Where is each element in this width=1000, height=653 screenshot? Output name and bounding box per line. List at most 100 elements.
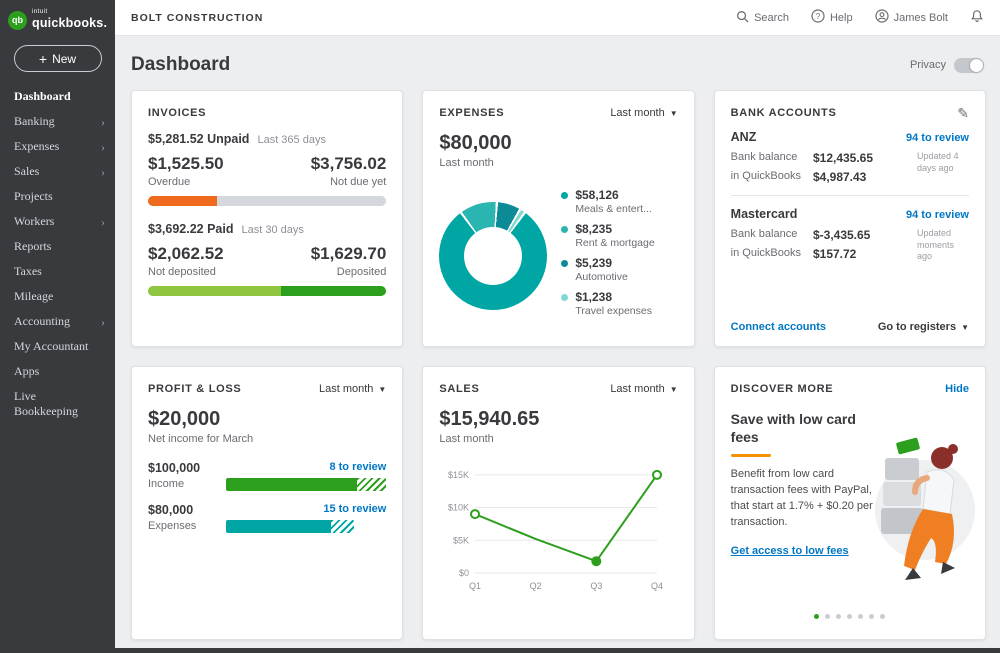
sidebar-item-sales[interactable]: Sales› (0, 159, 115, 184)
chevron-right-icon: › (101, 116, 105, 128)
qb-balance-label: in QuickBooks (731, 170, 801, 184)
not-due-amount: $3,756.02 (311, 154, 387, 174)
review-link[interactable]: 94 to review (906, 132, 969, 144)
new-button[interactable]: + New (14, 45, 102, 72)
notifications-button[interactable] (970, 9, 984, 27)
paid-total: $3,692.22 Paid (148, 222, 233, 236)
search-icon (736, 10, 749, 26)
legend-dot (561, 226, 568, 233)
sidebar-item-dashboard[interactable]: Dashboard (0, 84, 115, 109)
bank-accounts-card-title: BANK ACCOUNTS (731, 107, 837, 119)
go-to-registers-label: Go to registers (878, 321, 956, 333)
sidebar-item-label: Apps (14, 364, 39, 379)
legend-dot (561, 192, 568, 199)
help-button[interactable]: ? Help (811, 9, 853, 26)
sidebar-item-expenses[interactable]: Expenses› (0, 134, 115, 159)
search-button[interactable]: Search (736, 10, 789, 26)
expenses-label: Expenses (148, 520, 226, 532)
expenses-card-title: EXPENSES (439, 107, 504, 119)
discover-more-card: DISCOVER MORE Hide Save with low card fe… (714, 366, 986, 640)
carousel-dot[interactable] (847, 614, 852, 619)
legend-item[interactable]: $8,235Rent & mortgage (561, 222, 677, 249)
not-deposited-label: Not deposited (148, 266, 224, 278)
sales-period-label: Last month (610, 383, 664, 395)
carousel-dot[interactable] (825, 614, 830, 619)
sidebar-item-live-bookkeeping[interactable]: Live Bookkeeping (0, 384, 115, 424)
user-menu[interactable]: James Bolt (875, 9, 948, 26)
deposited-block[interactable]: $1,629.70 Deposited (311, 244, 387, 278)
sidebar-item-label: Dashboard (14, 89, 71, 104)
sidebar-item-banking[interactable]: Banking› (0, 109, 115, 134)
income-review-link[interactable]: 8 to review (226, 461, 386, 473)
not-due-block[interactable]: $3,756.02 Not due yet (311, 154, 387, 188)
qb-balance-value: $157.72 (813, 247, 911, 261)
carousel-dot[interactable] (814, 614, 819, 619)
quickbooks-wordmark: intuit quickbooks. (32, 9, 107, 31)
svg-text:Q1: Q1 (469, 581, 481, 591)
legend-amount: $8,235 (575, 222, 654, 236)
carousel-dots[interactable] (731, 598, 969, 626)
not-deposited-block[interactable]: $2,062.52 Not deposited (148, 244, 224, 278)
topbar-actions: Search ? Help James Bolt (736, 9, 984, 27)
edit-icon[interactable]: ✎ (957, 105, 969, 122)
carousel-dot[interactable] (869, 614, 874, 619)
sidebar: qb intuit quickbooks. + New Dashboard Ba… (0, 0, 115, 653)
sidebar-item-mileage[interactable]: Mileage (0, 284, 115, 309)
sidebar-item-projects[interactable]: Projects (0, 184, 115, 209)
bank-balance-label: Bank balance (731, 151, 801, 165)
company-name: BOLT CONSTRUCTION (131, 12, 263, 24)
chevron-down-icon: ▼ (670, 385, 678, 394)
sidebar-item-accounting[interactable]: Accounting› (0, 309, 115, 334)
privacy-label: Privacy (910, 59, 946, 71)
expenses-card: EXPENSES Last month ▼ $80,000 Last month… (422, 90, 694, 347)
legend-item[interactable]: $58,126Meals & entert... (561, 188, 677, 215)
svg-text:$10K: $10K (448, 503, 469, 513)
quickbooks-logo-icon: qb (8, 11, 27, 30)
sales-period-dropdown[interactable]: Last month ▼ (610, 383, 677, 395)
review-link[interactable]: 94 to review (906, 209, 969, 221)
sidebar-item-apps[interactable]: Apps (0, 359, 115, 384)
chevron-right-icon: › (101, 166, 105, 178)
expenses-period-label: Last month (610, 107, 664, 119)
go-to-registers-dropdown[interactable]: Go to registers ▼ (878, 321, 969, 333)
legend-item[interactable]: $5,239Automotive (561, 256, 677, 283)
promo-accent-bar (731, 454, 771, 457)
expenses-period-dropdown[interactable]: Last month ▼ (610, 107, 677, 119)
hide-link[interactable]: Hide (945, 383, 969, 395)
svg-text:$5K: $5K (453, 535, 469, 545)
legend-amount: $1,238 (575, 290, 652, 304)
expenses-bar (226, 520, 386, 533)
account-name: Mastercard (731, 207, 798, 221)
legend-dot (561, 260, 568, 267)
svg-text:$15K: $15K (448, 470, 469, 480)
page-title: Dashboard (131, 54, 230, 76)
paid-progress-bar (148, 286, 386, 296)
unpaid-total: $5,281.52 Unpaid (148, 132, 249, 146)
net-income-amount: $20,000 (148, 408, 386, 431)
expenses-legend: $58,126Meals & entert... $8,235Rent & mo… (561, 188, 677, 324)
sidebar-item-reports[interactable]: Reports (0, 234, 115, 259)
sidebar-item-my-accountant[interactable]: My Accountant (0, 334, 115, 359)
sidebar-item-label: Accounting (14, 314, 70, 329)
bell-icon (970, 9, 984, 27)
carousel-dot[interactable] (858, 614, 863, 619)
logo-name: quickbooks. (32, 16, 107, 30)
legend-amount: $58,126 (575, 188, 651, 202)
expenses-review-link[interactable]: 15 to review (226, 503, 386, 515)
privacy-toggle[interactable] (954, 58, 984, 73)
quickbooks-logo[interactable]: qb intuit quickbooks. (0, 0, 115, 37)
sidebar-item-taxes[interactable]: Taxes (0, 259, 115, 284)
toggle-knob (970, 59, 983, 72)
carousel-dot[interactable] (880, 614, 885, 619)
profit-loss-period-dropdown[interactable]: Last month ▼ (319, 383, 386, 395)
carousel-dot[interactable] (836, 614, 841, 619)
svg-text:Q4: Q4 (651, 581, 663, 591)
account-divider (731, 195, 969, 196)
sidebar-item-label: Live Bookkeeping (14, 389, 86, 419)
svg-text:Q2: Q2 (530, 581, 542, 591)
overdue-block[interactable]: $1,525.50 Overdue (148, 154, 224, 188)
legend-item[interactable]: $1,238Travel expenses (561, 290, 677, 317)
sidebar-item-workers[interactable]: Workers› (0, 209, 115, 234)
promo-cta-link[interactable]: Get access to low fees (731, 545, 849, 557)
connect-accounts-link[interactable]: Connect accounts (731, 321, 826, 333)
